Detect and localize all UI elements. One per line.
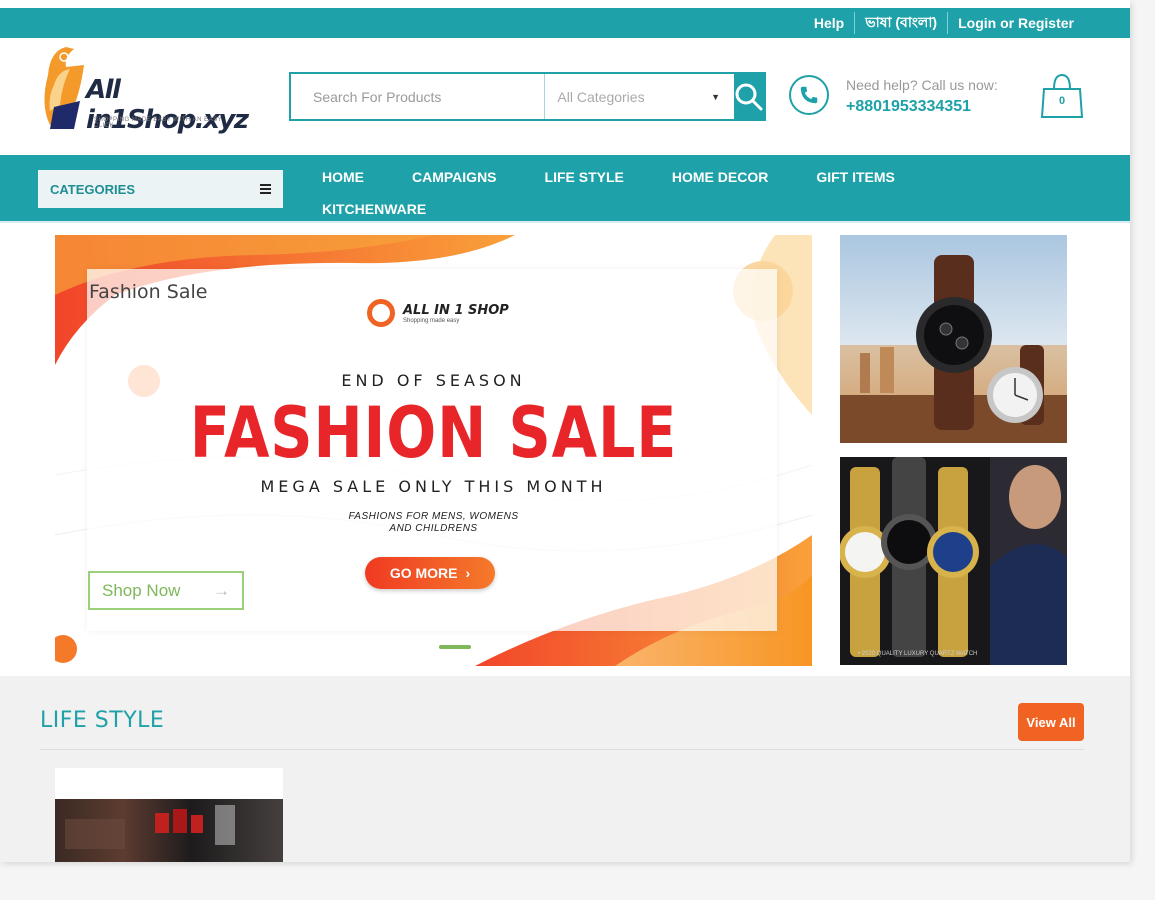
categories-label: CATEGORIES	[50, 181, 135, 197]
help-phone[interactable]: +8801953334351	[846, 98, 971, 116]
nav-home-decor[interactable]: HOME DECOR	[672, 169, 768, 185]
section-title: LIFE STYLE	[40, 708, 165, 733]
hero-banner[interactable]: Fashion Sale ALL IN 1 SHOP Shopping made…	[55, 235, 812, 666]
category-select[interactable]: All Categories ▼	[544, 74, 734, 119]
phone-icon	[789, 75, 829, 115]
help-contact: Need help? Call us now: +8801953334351	[789, 73, 1019, 123]
go-more-label: GO MORE	[389, 565, 458, 581]
top-bar: Help ভাষা (বাংলা) Login or Register	[0, 8, 1130, 38]
top-links: Help ভাষা (বাংলা) Login or Register	[804, 8, 1084, 38]
banner-line-2: AND CHILDRENS	[389, 523, 478, 534]
nav-campaigns[interactable]: CAMPAIGNS	[412, 169, 497, 185]
side-banner-caption: • 2020 QUALITY LUXURY QUARTZ WATCH	[858, 651, 978, 657]
help-text: Need help? Call us now:	[846, 77, 998, 93]
nav-life-style[interactable]: LIFE STYLE	[545, 169, 624, 185]
go-more-button[interactable]: GO MORE ›	[365, 557, 495, 589]
caret-down-icon: ▼	[711, 91, 720, 102]
banner-subhead: MEGA SALE ONLY THIS MONTH	[260, 477, 607, 496]
categories-dropdown[interactable]: CATEGORIES	[38, 170, 283, 208]
arrow-right-icon: →	[213, 580, 230, 600]
watches-image	[840, 235, 1067, 443]
search-bar: All Categories ▼	[289, 72, 766, 121]
logo-tagline: SHOPPING MADE EASY WITH AN EASY CLICK	[94, 117, 222, 129]
product-image	[55, 799, 283, 862]
slider-dots	[395, 645, 471, 649]
banner-label: Fashion Sale	[89, 281, 208, 303]
banner-fashions-for: FASHIONS FOR MENS, WOMENS AND CHILDRENS	[55, 511, 812, 535]
search-icon	[735, 83, 763, 110]
section-divider	[40, 749, 1084, 750]
shop-now-label: Shop Now	[102, 580, 181, 600]
life-style-section: LIFE STYLE View All	[0, 676, 1130, 862]
luxury-watches-image	[840, 457, 1067, 665]
side-banner-watches[interactable]	[840, 235, 1067, 443]
brand-ring-icon	[367, 299, 395, 327]
chevron-right-icon: ›	[465, 565, 471, 581]
search-input[interactable]	[291, 74, 545, 119]
cart-button[interactable]: 0	[1040, 73, 1084, 119]
help-link[interactable]: Help	[804, 15, 854, 31]
nav-links: HOME CAMPAIGNS LIFE STYLE HOME DECOR GIF…	[322, 161, 1082, 225]
product-card[interactable]	[55, 768, 283, 862]
brand-name: ALL IN 1 SHOP	[403, 302, 509, 318]
slider-dot-1[interactable]	[395, 645, 427, 649]
brand-subtitle: Shopping made easy	[403, 317, 460, 324]
nav-gift-items[interactable]: GIFT ITEMS	[816, 169, 895, 185]
page: Help ভাষা (বাংলা) Login or Register All …	[0, 0, 1130, 862]
search-button[interactable]	[734, 74, 764, 119]
category-select-value: All Categories	[557, 88, 645, 105]
main-nav: CATEGORIES HOME CAMPAIGNS LIFE STYLE HOM…	[0, 155, 1130, 223]
banner-brand: ALL IN 1 SHOP Shopping made easy	[367, 299, 509, 327]
side-banner-luxury-watches[interactable]: • 2020 QUALITY LUXURY QUARTZ WATCH	[840, 457, 1067, 665]
banner-headline: FASHION SALE	[189, 392, 678, 474]
language-link[interactable]: ভাষা (বাংলা)	[855, 11, 947, 35]
slider-dot-2[interactable]	[439, 645, 471, 649]
cart-count: 0	[1058, 95, 1066, 107]
nav-kitchenware[interactable]: KITCHENWARE	[322, 201, 426, 217]
site-logo[interactable]: All in1Shop.xyz SHOPPING MADE EASY WITH …	[40, 45, 249, 135]
hamburger-icon	[260, 184, 271, 194]
product-photo	[65, 805, 235, 849]
shop-now-button[interactable]: Shop Now →	[88, 571, 244, 610]
view-all-button[interactable]: View All	[1018, 703, 1084, 741]
login-link[interactable]: Login or Register	[948, 15, 1084, 31]
nav-home[interactable]: HOME	[322, 169, 364, 185]
banner-line-1: FASHIONS FOR MENS, WOMENS	[348, 511, 519, 522]
banner-eyebrow: END OF SEASON	[341, 371, 526, 390]
